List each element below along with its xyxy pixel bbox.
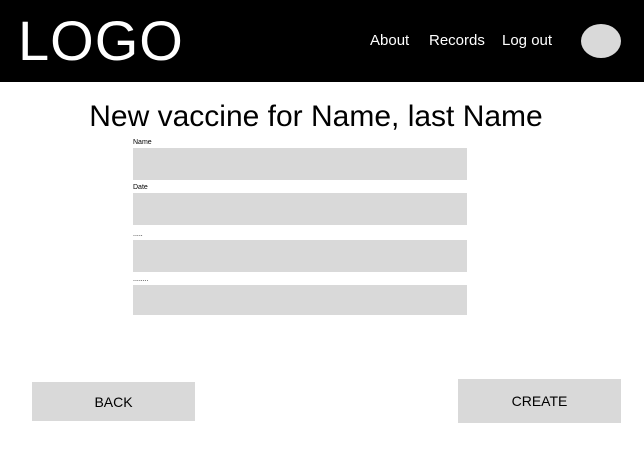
date-field-label: Date bbox=[133, 184, 148, 191]
third-field-label: ..... bbox=[133, 231, 143, 238]
nav-about-link[interactable]: About bbox=[370, 31, 409, 51]
third-field[interactable] bbox=[133, 240, 467, 272]
nav-logout-link[interactable]: Log out bbox=[502, 31, 552, 51]
create-button[interactable]: CREATE bbox=[458, 379, 621, 423]
back-button[interactable]: BACK bbox=[32, 382, 195, 421]
nav-records-link[interactable]: Records bbox=[429, 31, 485, 51]
logo[interactable]: LOGO bbox=[18, 11, 184, 71]
name-field-label: Name bbox=[133, 139, 152, 146]
name-field[interactable] bbox=[133, 148, 467, 180]
date-field[interactable] bbox=[133, 193, 467, 225]
avatar[interactable] bbox=[581, 24, 621, 58]
fourth-field-label: ........ bbox=[133, 276, 149, 283]
top-header: LOGO About Records Log out bbox=[0, 0, 644, 82]
fourth-field[interactable] bbox=[133, 285, 467, 315]
page-title: New vaccine for Name, last Name bbox=[89, 100, 543, 133]
